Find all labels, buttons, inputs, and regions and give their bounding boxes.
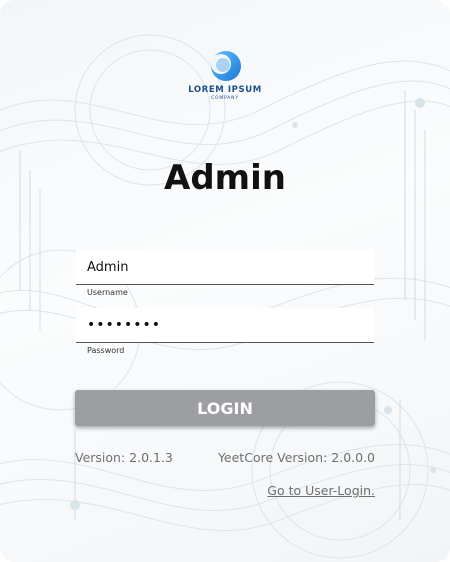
user-login-link[interactable]: Go to User-Login.	[267, 483, 375, 498]
password-field[interactable]	[76, 308, 374, 343]
crescent-logo-icon	[211, 51, 241, 81]
page-title: Admin	[164, 158, 286, 198]
company-logo: LOREM IPSUM COMPANY	[175, 50, 275, 101]
password-input[interactable]	[76, 308, 374, 342]
login-panel: LOREM IPSUM COMPANY Admin Username Passw…	[0, 0, 450, 562]
username-input[interactable]	[76, 250, 374, 284]
logo-company-name: LOREM IPSUM	[188, 85, 262, 95]
app-version: Version: 2.0.1.3	[75, 450, 173, 465]
username-field[interactable]	[76, 250, 374, 285]
login-button[interactable]: LOGIN	[75, 390, 375, 426]
logo-company-subtitle: COMPANY	[211, 96, 239, 101]
username-label: Username	[87, 288, 128, 297]
password-label: Password	[87, 346, 125, 355]
core-version: YeetCore Version: 2.0.0.0	[217, 450, 375, 465]
